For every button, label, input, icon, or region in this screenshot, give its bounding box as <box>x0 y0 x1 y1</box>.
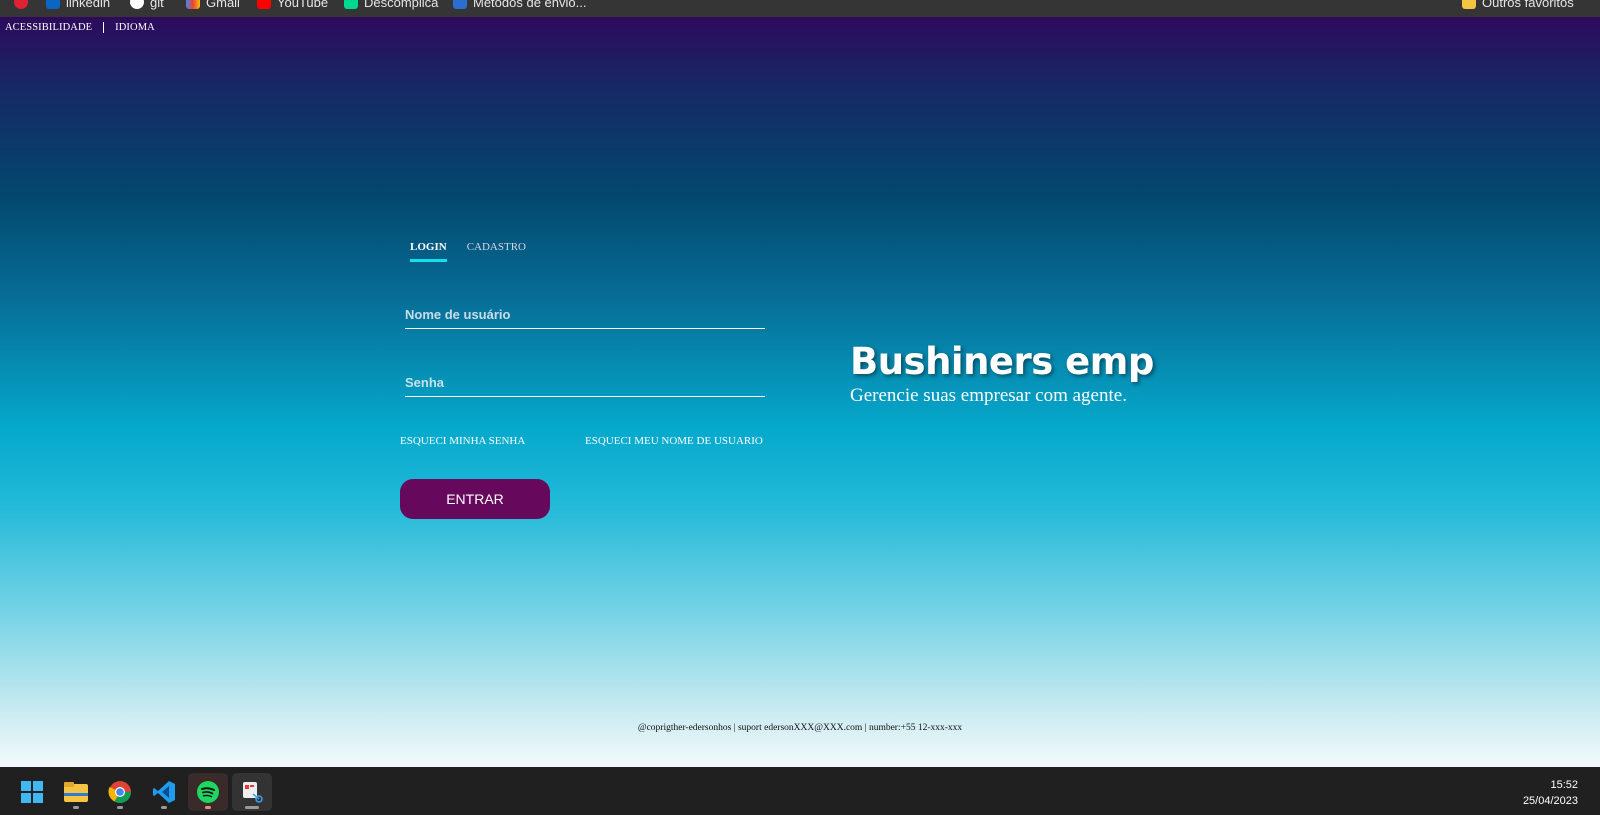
gmail-icon <box>186 0 200 9</box>
bookmark-icon <box>453 0 467 9</box>
brand-title: Bushiners emp <box>850 340 1154 383</box>
vscode-icon <box>153 781 175 803</box>
accessibility-link[interactable]: ACESSIBILIDADE <box>5 22 92 33</box>
bookmark-app[interactable] <box>14 0 28 11</box>
language-link[interactable]: IDIOMA <box>115 22 155 33</box>
spotify-icon <box>197 781 219 803</box>
tab-cadastro[interactable]: CADASTRO <box>467 241 526 262</box>
login-button[interactable]: ENTRAR <box>400 479 550 519</box>
auth-tabs: LOGIN CADASTRO <box>410 241 526 262</box>
login-page: ACESSIBILIDADE IDIOMA LOGIN CADASTRO ESQ… <box>0 17 1600 767</box>
descomplica-icon <box>344 0 358 9</box>
github-icon <box>130 0 144 9</box>
taskbar-vscode[interactable] <box>144 773 184 811</box>
bookmark-gmail[interactable]: Gmail <box>186 0 240 11</box>
system-clock[interactable]: 15:52 25/04/2023 <box>1523 777 1578 809</box>
bookmark-descomplica[interactable]: Descomplica <box>344 0 438 11</box>
taskbar-chrome[interactable] <box>100 773 140 811</box>
chrome-icon <box>108 781 131 803</box>
windows-start-icon <box>21 781 43 803</box>
folder-icon <box>1462 0 1476 9</box>
youtube-icon <box>257 0 271 9</box>
bookmark-git[interactable]: git <box>130 0 164 11</box>
taskbar-spotify[interactable] <box>188 773 228 811</box>
bookmark-linkedin[interactable]: linkedin <box>46 0 110 11</box>
snipping-tool-icon <box>243 782 263 803</box>
windows-start-button[interactable] <box>12 773 52 811</box>
brand-block: Bushiners emp Gerencie suas empresar com… <box>850 340 1154 407</box>
app-icon <box>14 0 28 9</box>
taskbar: 15:52 25/04/2023 <box>0 767 1600 815</box>
file-explorer-icon <box>64 782 88 802</box>
running-indicator <box>245 806 259 809</box>
nav-divider <box>103 22 105 33</box>
username-field <box>405 307 765 329</box>
running-indicator <box>161 806 167 809</box>
password-input[interactable] <box>405 375 765 396</box>
taskbar-snipping-tool[interactable] <box>232 773 272 811</box>
password-field <box>405 375 765 397</box>
taskbar-file-explorer[interactable] <box>56 773 96 811</box>
clock-time: 15:52 <box>1550 779 1578 791</box>
top-nav: ACESSIBILIDADE IDIOMA <box>5 22 155 33</box>
forgot-username-link[interactable]: ESQUECI MEU NOME DE USUARIO <box>585 435 763 447</box>
forgot-password-link[interactable]: ESQUECI MINHA SENHA <box>400 435 525 447</box>
running-indicator <box>73 806 79 809</box>
bookmarks-bar: linkedin git Gmail YouTube Descomplica M… <box>0 0 1600 18</box>
running-indicator <box>205 806 211 809</box>
tab-login[interactable]: LOGIN <box>410 241 447 262</box>
username-input[interactable] <box>405 307 765 328</box>
footer-text: @coprigther-edersonhos | suport edersonX… <box>637 723 963 733</box>
bookmark-metodos[interactable]: Métodos de envio... <box>453 0 586 11</box>
other-favorites[interactable]: Outros favoritos <box>1462 0 1574 11</box>
clock-date: 25/04/2023 <box>1522 795 1578 807</box>
brand-subtitle: Gerencie suas empresar com agente. <box>850 385 1127 406</box>
linkedin-icon <box>46 0 60 9</box>
bookmark-youtube[interactable]: YouTube <box>257 0 328 11</box>
running-indicator <box>117 806 123 809</box>
